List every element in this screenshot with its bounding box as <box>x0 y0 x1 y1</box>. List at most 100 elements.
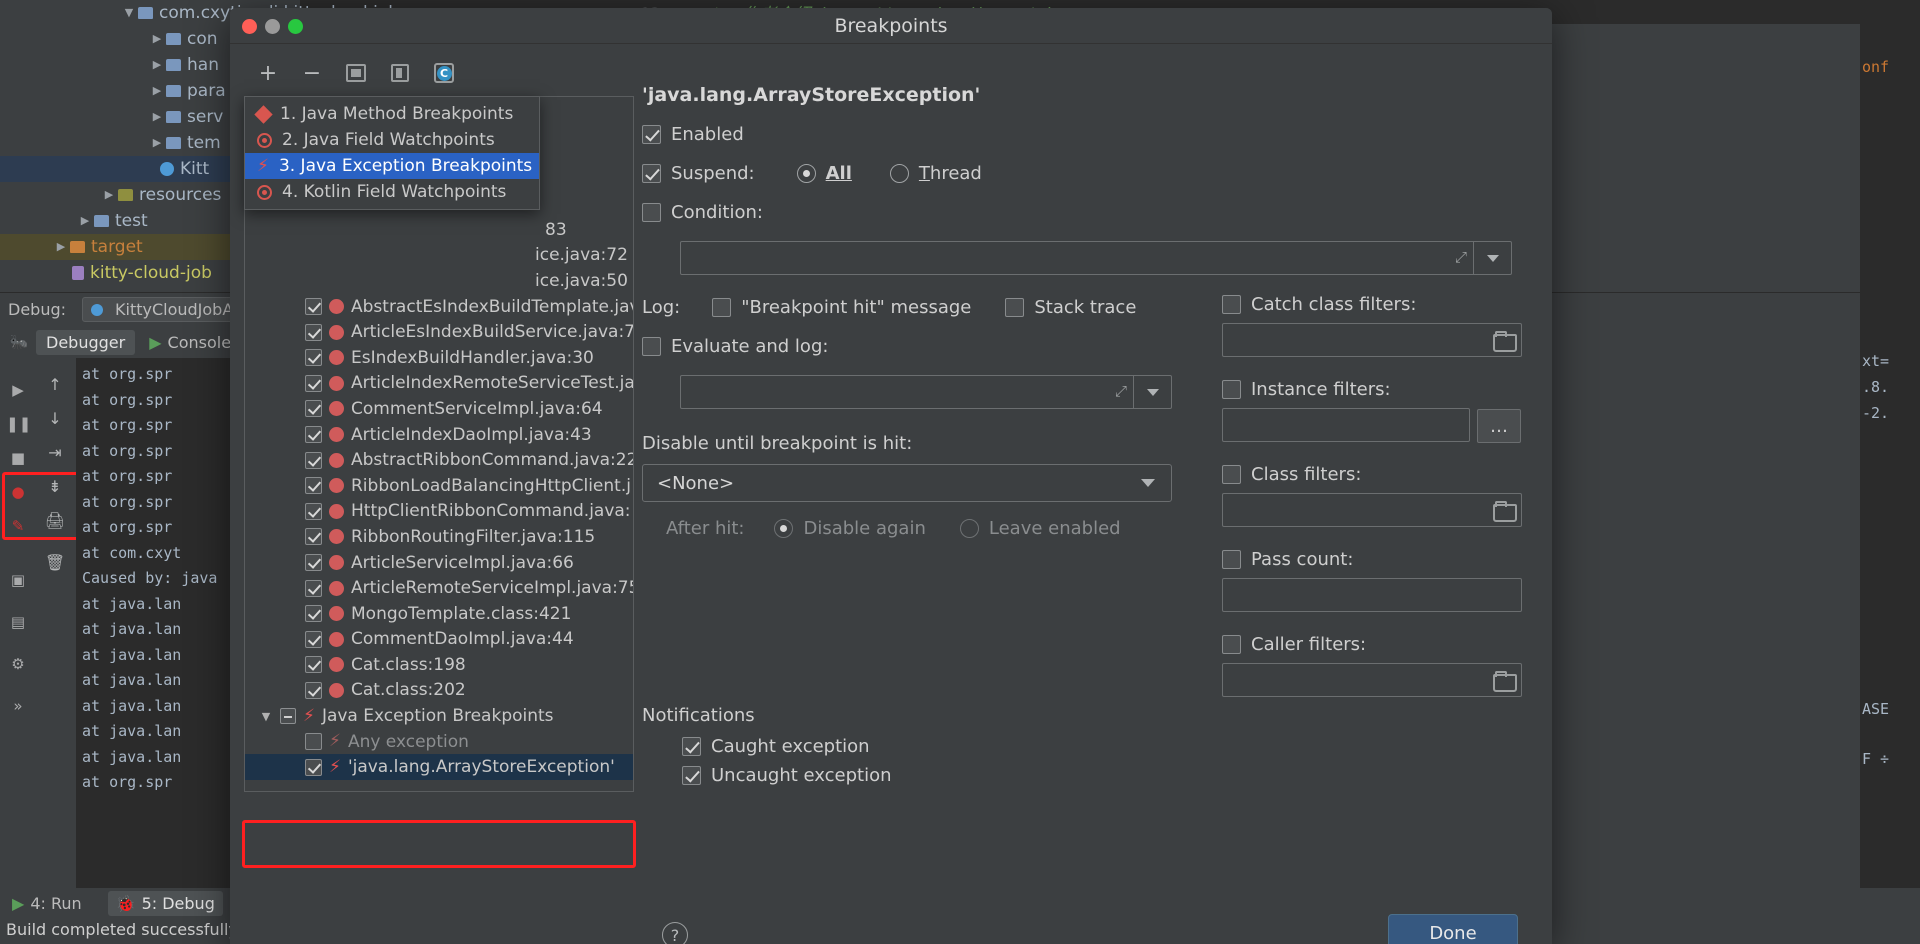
breakpoint-checkbox[interactable] <box>305 349 322 367</box>
disable-until-combo[interactable]: <None> <box>642 464 1172 502</box>
add-breakpoint-menu[interactable]: 1. Java Method Breakpoints 2. Java Field… <box>244 96 540 210</box>
dialog-titlebar[interactable]: Breakpoints <box>230 8 1552 44</box>
breakpoint-checkbox[interactable] <box>305 681 322 699</box>
breakpoint-checkbox[interactable] <box>305 554 322 572</box>
condition-history-button[interactable] <box>1473 242 1511 274</box>
breakpoint-checkbox[interactable] <box>305 758 322 776</box>
caller-filters-head[interactable]: Caller filters: <box>1222 634 1522 655</box>
minimize-button[interactable] <box>265 19 280 34</box>
tree-item-8[interactable]: ▶ test <box>76 208 148 234</box>
bottom-tool-tabs[interactable]: ▶ 4: Run 🐞 5: Debug <box>4 888 223 918</box>
evaluate-history-button[interactable] <box>1133 376 1171 408</box>
exception-selected-row[interactable]: ⚡ 'java.lang.ArrayStoreException' <box>245 754 633 781</box>
instance-filters-checkbox[interactable] <box>1222 380 1241 399</box>
resume-program-icon[interactable]: ▶ <box>6 378 30 402</box>
enabled-row[interactable]: Enabled <box>642 124 1538 145</box>
menu-item-kotlin-field-watchpoints[interactable]: 4. Kotlin Field Watchpoints <box>245 179 539 205</box>
mute-breakpoints-icon[interactable]: ✎ <box>6 514 30 538</box>
exception-any-row[interactable]: ⚡ Any exception <box>245 729 633 755</box>
menu-item-java-exception-breakpoints[interactable]: ⚡ 3. Java Exception Breakpoints <box>245 153 539 179</box>
breakpoint-checkbox[interactable] <box>305 579 322 597</box>
evaluate-and-log-checkbox[interactable] <box>642 337 661 356</box>
step-over-icon[interactable]: ↑ <box>42 372 68 398</box>
breakpoint-list-item[interactable]: RibbonRoutingFilter.java:115 <box>245 524 633 550</box>
breakpoint-list-item[interactable]: RibbonLoadBalancingHttpClient.j <box>245 473 633 499</box>
bottom-tab-run[interactable]: ▶ 4: Run <box>4 891 90 916</box>
force-step-into-icon[interactable]: ⇥ <box>42 440 68 466</box>
tree-item-4[interactable]: ▶ serv <box>148 104 224 130</box>
expand-icon[interactable]: ⤢ <box>1115 382 1127 400</box>
breakpoint-checkbox[interactable] <box>305 298 322 316</box>
pass-count-checkbox[interactable] <box>1222 550 1241 569</box>
chevron-right-icon[interactable]: ▶ <box>148 104 166 130</box>
bottom-tab-debug[interactable]: 🐞 5: Debug <box>107 890 223 916</box>
print-icon[interactable]: 🖨 <box>42 508 68 534</box>
suspend-all-radio[interactable] <box>796 164 816 183</box>
group-checkbox-partial[interactable] <box>280 708 296 725</box>
breakpoint-list-item[interactable]: AbstractRibbonCommand.java:22 <box>245 447 633 473</box>
group-breakpoints-button[interactable] <box>342 59 370 87</box>
breakpoint-list-item[interactable]: ArticleEsIndexBuildService.java:7 <box>245 319 633 345</box>
class-filters-checkbox[interactable] <box>1222 465 1241 484</box>
exception-group-row[interactable]: ▼ ⚡ Java Exception Breakpoints <box>245 703 633 729</box>
add-breakpoint-button[interactable]: + <box>254 59 282 87</box>
breakpoint-checkbox[interactable] <box>305 528 322 546</box>
chevron-right-icon[interactable]: ▶ <box>148 52 166 78</box>
tree-hidden-row[interactable]: ice.java:72 <box>245 243 633 269</box>
caller-filters-checkbox[interactable] <box>1222 635 1241 654</box>
stop-icon[interactable]: ■ <box>6 446 30 470</box>
suspend-checkbox[interactable] <box>642 164 661 183</box>
tree-hidden-row[interactable]: 83 <box>245 217 633 243</box>
copy-breakpoint-button[interactable]: C <box>430 59 458 87</box>
more-icon[interactable]: » <box>6 694 30 718</box>
breakpoint-list-item[interactable]: CommentServiceImpl.java:64 <box>245 396 633 422</box>
catch-class-filters-head[interactable]: Catch class filters: <box>1222 294 1522 315</box>
debug-left-rail[interactable]: ▶ ❚❚ ■ ● ✎ ▣ ▤ ⚙ » <box>0 358 36 788</box>
breakpoint-list-item[interactable]: ArticleRemoteServiceImpl.java:75 <box>245 575 633 601</box>
breakpoint-checkbox[interactable] <box>305 323 322 341</box>
trash-icon[interactable]: 🗑 <box>42 550 68 576</box>
caller-filters-input[interactable] <box>1222 663 1522 697</box>
log-stack-trace-checkbox[interactable] <box>1005 298 1025 317</box>
menu-item-java-field-watchpoints[interactable]: 2. Java Field Watchpoints <box>245 127 539 153</box>
class-filters-input[interactable] <box>1222 493 1522 527</box>
breakpoint-list-item[interactable]: HttpClientRibbonCommand.java: <box>245 499 633 525</box>
log-breakpoint-hit-checkbox[interactable] <box>712 298 732 317</box>
chevron-right-icon[interactable]: ▶ <box>76 208 94 234</box>
breakpoint-list-item[interactable]: EsIndexBuildHandler.java:30 <box>245 345 633 371</box>
step-into-icon[interactable]: ↓ <box>42 406 68 432</box>
suspend-row[interactable]: Suspend: All Thread <box>642 163 1538 184</box>
folder-icon[interactable] <box>1493 501 1517 522</box>
tree-item-3[interactable]: ▶ para <box>148 78 226 104</box>
chevron-right-icon[interactable]: ▶ <box>148 26 166 52</box>
catch-class-filters-input[interactable] <box>1222 323 1522 357</box>
tab-debugger[interactable]: Debugger <box>36 329 136 355</box>
breakpoint-checkbox[interactable] <box>305 451 322 469</box>
breakpoint-list-item[interactable]: ArticleServiceImpl.java:66 <box>245 550 633 576</box>
tree-item-7[interactable]: ▶ resources <box>100 182 222 208</box>
breakpoint-list-item[interactable]: ArticleIndexRemoteServiceTest.ja <box>245 371 633 397</box>
help-button[interactable]: ? <box>662 922 688 944</box>
condition-checkbox[interactable] <box>642 203 661 222</box>
chevron-right-icon[interactable]: ▶ <box>100 182 118 208</box>
instance-filters-input[interactable]: … <box>1222 408 1521 443</box>
catch-class-filters-checkbox[interactable] <box>1222 295 1241 314</box>
breakpoint-list-item[interactable]: CommentDaoImpl.java:44 <box>245 627 633 653</box>
breakpoints-toolbar[interactable]: + − C <box>244 56 634 90</box>
tree-item-2[interactable]: ▶ han <box>148 52 219 78</box>
condition-input[interactable]: ⤢ <box>680 241 1512 275</box>
tree-item-5[interactable]: ▶ tem <box>148 130 221 156</box>
camera-icon[interactable]: ▣ <box>6 568 30 592</box>
settings-gear-icon[interactable]: ⚙ <box>6 652 30 676</box>
menu-item-java-method-breakpoints[interactable]: 1. Java Method Breakpoints <box>245 101 539 127</box>
tree-item-1[interactable]: ▶ con <box>148 26 218 52</box>
folder-icon[interactable] <box>1493 331 1517 352</box>
breakpoint-checkbox[interactable] <box>305 656 322 674</box>
caught-exception-checkbox[interactable] <box>682 737 701 756</box>
remove-breakpoint-button[interactable]: − <box>298 59 326 87</box>
chevron-right-icon[interactable]: ▶ <box>52 234 70 260</box>
debug-stepping-rail[interactable]: ↑ ↓ ⇥ ⇟ 🖨 🗑 <box>38 358 74 788</box>
breakpoint-checkbox[interactable] <box>305 502 322 520</box>
breakpoint-checkbox[interactable] <box>305 426 322 444</box>
caught-exception-row[interactable]: Caught exception <box>682 736 1202 757</box>
